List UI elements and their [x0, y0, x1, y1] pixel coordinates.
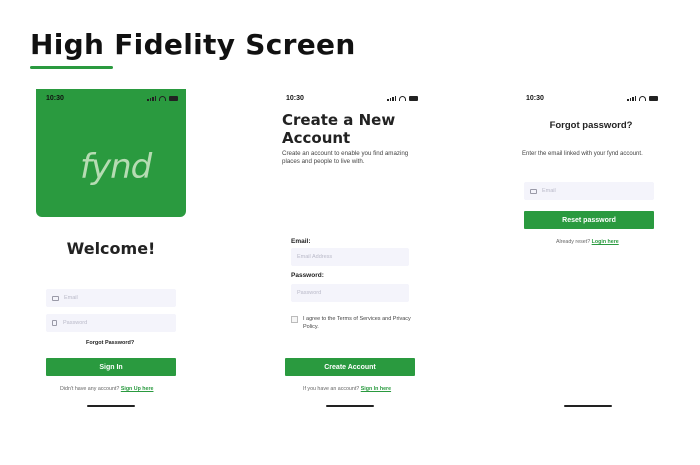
title-underline	[30, 66, 113, 69]
email-placeholder: Email	[542, 188, 556, 194]
sign-up-link[interactable]: Sign Up here	[121, 386, 154, 392]
home-indicator	[326, 405, 374, 407]
password-field[interactable]: Password	[291, 284, 409, 302]
fynd-logo: fynd	[80, 147, 152, 187]
forgot-password-screen: 10:30 Forgot password? Enter the email l…	[516, 89, 666, 411]
password-placeholder: Password	[63, 320, 88, 326]
status-icons	[627, 96, 658, 101]
lock-icon	[52, 320, 57, 326]
status-icons	[387, 96, 418, 101]
login-link[interactable]: Login here	[592, 239, 619, 245]
home-indicator	[87, 405, 135, 407]
sign-in-button[interactable]: Sign In	[46, 358, 176, 376]
battery-icon	[649, 96, 658, 101]
reset-password-button[interactable]: Reset password	[524, 211, 654, 229]
mail-icon	[52, 295, 59, 301]
wifi-icon	[399, 96, 406, 101]
login-footer: Already reset? Login here	[556, 239, 619, 245]
heading-line-1: Create a New	[282, 111, 396, 129]
forgot-password-link[interactable]: Forgot Password?	[86, 340, 134, 346]
status-bar: 10:30	[516, 89, 666, 109]
create-account-heading: Create a New Account	[282, 111, 395, 147]
email-address-field[interactable]: Email Address	[291, 248, 409, 266]
welcome-heading: Welcome!	[66, 239, 156, 258]
heading-line-2: Account	[282, 129, 351, 147]
status-time: 10:30	[286, 95, 304, 102]
email-field[interactable]: Email	[46, 289, 176, 307]
email-label: Email:	[291, 238, 311, 245]
password-placeholder: Password	[297, 290, 322, 296]
create-account-button[interactable]: Create Account	[285, 358, 415, 376]
email-placeholder: Email Address	[297, 254, 333, 260]
battery-icon	[169, 96, 178, 101]
sign-in-link[interactable]: Sign In here	[361, 386, 391, 392]
signal-icon	[627, 96, 636, 101]
create-account-screen: 10:30 Create a New Account Create an acc…	[276, 89, 426, 411]
wifi-icon	[159, 96, 166, 101]
email-placeholder: Email	[64, 295, 78, 301]
page-title: High Fidelity Screen	[30, 28, 356, 61]
status-time: 10:30	[46, 95, 64, 102]
home-indicator	[564, 405, 612, 407]
status-time: 10:30	[526, 95, 544, 102]
forgot-password-description: Enter the email linked with your fynd ac…	[522, 151, 643, 157]
signin-footer: If you have an account? Sign In here	[303, 386, 391, 392]
wifi-icon	[639, 96, 646, 101]
signin-footer-text: If you have an account?	[303, 386, 360, 392]
signup-footer-text: Didn't have any account?	[60, 386, 120, 392]
status-icons	[147, 96, 178, 101]
password-field[interactable]: Password	[46, 314, 176, 332]
status-bar: 10:30	[276, 89, 426, 109]
battery-icon	[409, 96, 418, 101]
signal-icon	[147, 96, 156, 101]
signal-icon	[387, 96, 396, 101]
forgot-password-heading: Forgot password?	[549, 120, 633, 131]
mail-icon	[530, 188, 537, 194]
email-field[interactable]: Email	[524, 182, 654, 200]
create-account-description: Create an account to enable you find ama…	[282, 150, 409, 165]
status-bar: 10:30	[36, 89, 186, 109]
terms-agree-text: I agree to the Terms of Services and Pri…	[303, 316, 411, 330]
signup-footer: Didn't have any account? Sign Up here	[60, 386, 153, 392]
login-footer-text: Already reset?	[556, 239, 591, 245]
hero-banner: 10:30 fynd	[36, 89, 186, 217]
terms-checkbox[interactable]	[291, 316, 298, 323]
welcome-screen: 10:30 fynd Welcome! Email Password Forgo…	[36, 89, 186, 411]
password-label: Password:	[291, 272, 324, 279]
